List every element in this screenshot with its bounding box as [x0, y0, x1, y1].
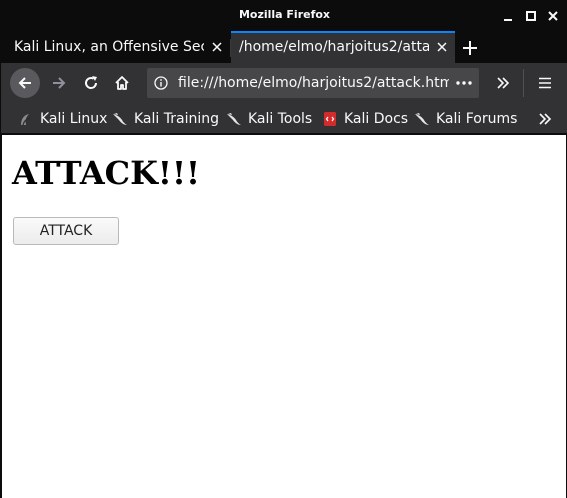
title-bar: Mozilla Firefox	[1, 1, 567, 31]
attack-button[interactable]: ATTACK	[13, 217, 119, 245]
arrow-right-icon	[53, 77, 66, 89]
bookmark-label: Kali Forums	[436, 111, 518, 127]
bookmark-label: Kali Docs	[344, 111, 409, 127]
info-icon[interactable]	[147, 76, 175, 90]
chevron-double-right-icon	[497, 77, 510, 89]
menu-button[interactable]	[533, 71, 557, 95]
toolbar-separator	[523, 69, 524, 97]
bookmark-kali-training[interactable]: Kali Training	[111, 108, 219, 130]
window-title: Mozilla Firefox	[238, 8, 331, 21]
browser-window: Mozilla Firefox Kali Linux, an Offensive…	[0, 0, 567, 498]
chevron-double-right-icon	[539, 113, 552, 125]
toolbar-overflow-button[interactable]	[491, 71, 515, 95]
page-heading: ATTACK!!!	[12, 154, 201, 192]
tab-label: /home/elmo/harjoitus2/attack	[239, 39, 429, 55]
page-actions-icon[interactable]	[449, 81, 479, 85]
bookmarks-overflow-button[interactable]	[533, 107, 557, 131]
bookmark-kali-forums[interactable]: Kali Forums	[413, 108, 517, 130]
tab-separator	[230, 39, 231, 57]
bookmark-kali-tools[interactable]: Kali Tools	[225, 108, 312, 130]
url-bar[interactable]: file:///home/elmo/harjoitus2/attack.html	[147, 68, 479, 98]
minimize-icon[interactable]	[501, 9, 515, 23]
close-tab-icon[interactable]	[204, 31, 230, 63]
hamburger-icon	[539, 77, 551, 89]
bookmarks-toolbar: Kali Linux Kali Training Kali Tools Kali…	[1, 103, 567, 134]
reload-button[interactable]	[77, 69, 105, 97]
url-text[interactable]: file:///home/elmo/harjoitus2/attack.html	[175, 75, 449, 91]
bookmark-kali-linux[interactable]: Kali Linux	[17, 108, 107, 130]
bookmark-label: Kali Linux	[40, 111, 108, 127]
kali-dragon-icon	[413, 110, 431, 128]
tab-attack[interactable]: /home/elmo/harjoitus2/attack	[231, 31, 455, 63]
home-icon	[115, 76, 129, 90]
kali-linux-icon	[17, 110, 35, 128]
close-tab-icon[interactable]	[429, 31, 455, 63]
plus-icon	[463, 41, 477, 55]
bookmark-label: Kali Training	[134, 111, 219, 127]
kali-dragon-icon	[225, 110, 243, 128]
page-content: ATTACK!!! ATTACK	[2, 135, 566, 498]
maximize-icon[interactable]	[524, 9, 538, 23]
arrow-left-icon	[18, 77, 31, 89]
reload-icon	[85, 76, 98, 89]
tab-strip: Kali Linux, an Offensive Secu /home/elmo…	[1, 31, 567, 63]
kali-docs-icon	[321, 110, 339, 128]
bookmark-label: Kali Tools	[248, 111, 313, 127]
new-tab-button[interactable]	[459, 37, 481, 59]
kali-dragon-icon	[111, 110, 129, 128]
forward-button[interactable]	[45, 69, 73, 97]
tab-kali-linux[interactable]: Kali Linux, an Offensive Secu	[1, 31, 230, 63]
home-button[interactable]	[108, 69, 136, 97]
back-button[interactable]	[10, 68, 40, 98]
bookmark-kali-docs[interactable]: Kali Docs	[321, 108, 408, 130]
tab-label: Kali Linux, an Offensive Secu	[14, 39, 204, 55]
close-window-icon[interactable]	[546, 9, 560, 23]
